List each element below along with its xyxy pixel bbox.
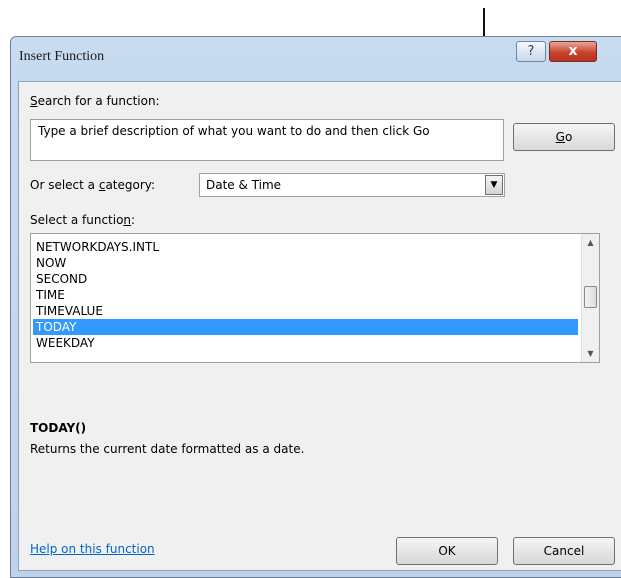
insert-function-dialog: Insert Function ? x Search for a functio… xyxy=(10,36,621,578)
close-button[interactable]: x xyxy=(549,41,597,62)
help-on-function-link[interactable]: Help on this function xyxy=(30,542,155,556)
search-input[interactable]: Type a brief description of what you wan… xyxy=(30,119,504,161)
scroll-up-icon[interactable]: ▲ xyxy=(582,234,599,251)
cancel-button[interactable]: Cancel xyxy=(513,537,615,565)
category-select-value: Date & Time xyxy=(206,178,282,192)
go-button[interactable]: Go xyxy=(513,123,615,151)
help-button[interactable]: ? xyxy=(516,41,546,62)
scroll-thumb[interactable] xyxy=(584,286,597,308)
dialog-client-area: Search for a function: Type a brief desc… xyxy=(18,81,621,571)
scroll-down-icon[interactable]: ▼ xyxy=(582,345,599,362)
category-label: Or select a category: xyxy=(30,178,156,192)
category-select[interactable]: Date & Time ▼ xyxy=(199,173,505,197)
list-item[interactable]: TIME xyxy=(33,287,578,303)
close-icon: x xyxy=(568,43,578,59)
dropdown-arrow-icon[interactable]: ▼ xyxy=(485,175,503,195)
list-item[interactable]: SECOND xyxy=(33,271,578,287)
list-item[interactable]: TIMEVALUE xyxy=(33,303,578,319)
function-list-items: NETWORKDAYS.INTL NOW SECOND TIME TIMEVALUE TO… xyxy=(33,239,578,351)
function-list-scrollbar[interactable]: ▲ ▼ xyxy=(581,234,599,362)
ok-button[interactable]: OK xyxy=(396,537,498,565)
dialog-title: Insert Function xyxy=(19,49,105,64)
title-bar[interactable]: Insert Function ? x xyxy=(11,37,621,77)
function-list-label: Select a function: xyxy=(30,213,136,227)
list-item[interactable]: NETWORKDAYS.INTL xyxy=(33,239,578,255)
list-item[interactable]: WEEKDAY xyxy=(33,335,578,351)
function-signature: TODAY() xyxy=(30,421,87,435)
function-description: Returns the current date formatted as a … xyxy=(30,442,305,456)
function-list[interactable]: NETWORKDAYS.INTL NOW SECOND TIME TIMEVALUE TO… xyxy=(30,233,600,363)
list-item[interactable]: NOW xyxy=(33,255,578,271)
search-label: Search for a function: xyxy=(30,94,160,108)
list-item[interactable]: TODAY xyxy=(33,319,578,335)
question-mark-icon: ? xyxy=(527,44,535,59)
